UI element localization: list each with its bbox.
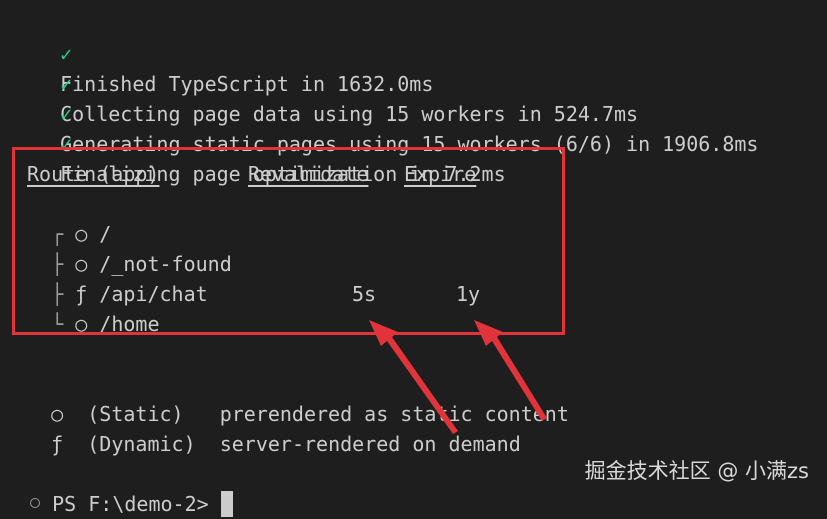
text-cursor (220, 491, 233, 517)
legend-label: (Dynamic) (87, 432, 196, 456)
build-log-line: ✓ Finished TypeScript in 1632.0ms (36, 9, 433, 96)
terminal-prompt-line[interactable]: PS F:\demo-2> (0, 459, 233, 517)
highlight-box (12, 147, 565, 335)
legend-dynamic: ƒ (Dynamic) server-rendered on demand (27, 399, 521, 456)
build-log-line: ✓ Collecting page data using 15 workers … (36, 39, 638, 126)
dynamic-route-icon: ƒ (51, 432, 64, 456)
watermark: 掘金技术社区 @ 小满zs (584, 459, 809, 483)
build-log-line: ✓ Finalizing page optimization in 7.2ms (36, 99, 506, 186)
terminal-prompt: PS F:\demo-2> (52, 492, 209, 516)
build-log-line: ✓ Generating static pages using 15 worke… (36, 69, 758, 156)
legend-description: server-rendered on demand (219, 432, 521, 456)
legend-static: ○ (Static) prerendered as static content (27, 369, 569, 426)
prompt-status-icon (30, 498, 41, 508)
